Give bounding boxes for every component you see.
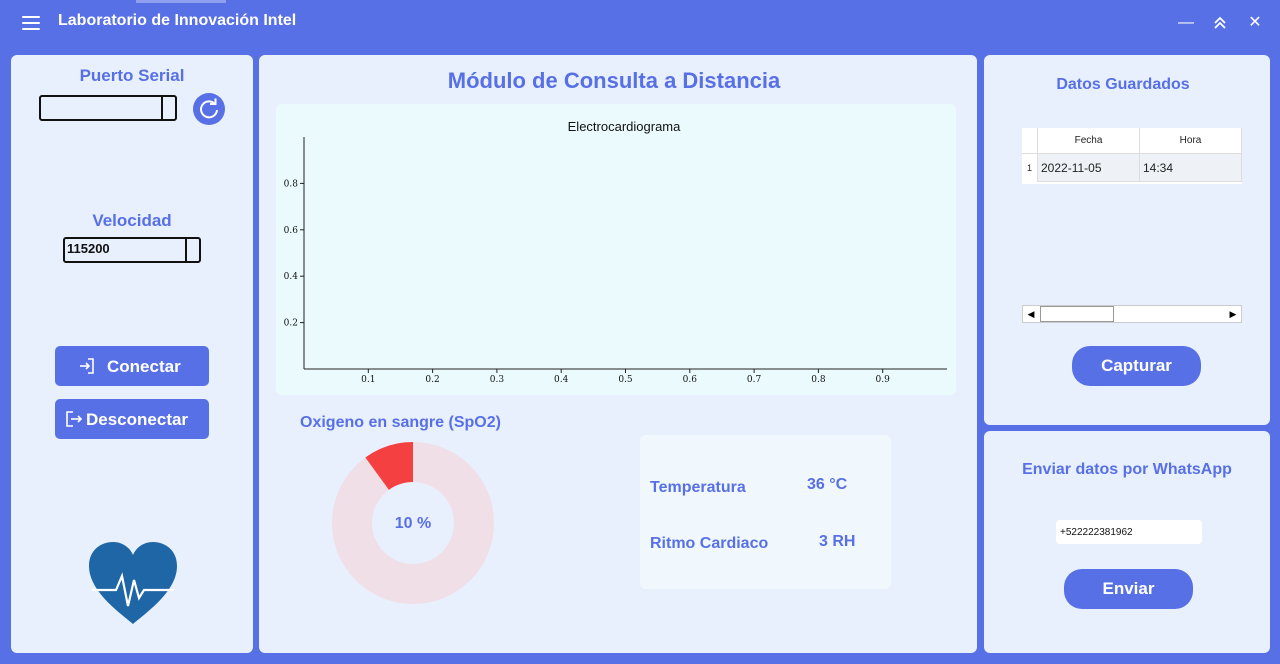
datos-table[interactable]: Fecha Hora 1 2022-11-05 14:34: [1022, 128, 1242, 184]
table-horizontal-scrollbar[interactable]: ◀ ▶: [1022, 305, 1242, 323]
close-icon[interactable]: ✕: [1244, 12, 1266, 34]
x-tick-label: 0.3: [490, 375, 505, 385]
title-bar: Laboratorio de Innovación Intel — ✕: [0, 0, 1280, 46]
temperatura-value: 36 °C: [807, 476, 848, 493]
scroll-right-icon[interactable]: ▶: [1225, 306, 1241, 322]
velocidad-select[interactable]: 115200: [63, 237, 201, 263]
x-tick-label: 0.8: [811, 375, 826, 385]
x-tick-label: 0.1: [361, 375, 375, 385]
y-tick-label: 0.4: [284, 272, 299, 282]
spo2-value: 10 %: [394, 515, 432, 532]
row-header[interactable]: 1: [1022, 154, 1038, 182]
x-tick-label: 0.5: [618, 375, 633, 385]
table-corner: [1022, 128, 1038, 154]
x-tick-label: 0.4: [554, 375, 569, 385]
capturar-button[interactable]: Capturar: [1072, 346, 1201, 386]
y-tick-label: 0.8: [284, 179, 299, 189]
table-cell-hora[interactable]: 14:34: [1140, 154, 1242, 182]
datos-guardados-title: Datos Guardados: [1056, 76, 1190, 93]
whatsapp-title: Enviar datos por WhatsApp: [1022, 461, 1232, 478]
vitals-card: [640, 435, 891, 589]
heart-logo-icon: [89, 542, 177, 624]
page-title: Módulo de Consulta a Distancia: [447, 68, 781, 93]
table-cell-fecha[interactable]: 2022-11-05: [1038, 154, 1140, 182]
temperatura-label: Temperatura: [650, 479, 746, 496]
puerto-serial-select[interactable]: [39, 95, 177, 121]
scroll-thumb[interactable]: [1040, 306, 1114, 322]
y-tick-label: 0.2: [284, 319, 298, 329]
chart-title: Electrocardiograma: [568, 119, 681, 134]
x-tick-label: 0.2: [425, 375, 439, 385]
desconectar-label: Desconectar: [86, 410, 189, 429]
hamburger-menu-icon[interactable]: [22, 16, 40, 30]
minimize-icon[interactable]: —: [1175, 12, 1197, 34]
refresh-icon: [200, 98, 218, 119]
ritmo-label: Ritmo Cardiaco: [650, 535, 769, 552]
maximize-icon[interactable]: [1209, 12, 1231, 34]
x-tick-label: 0.9: [876, 375, 891, 385]
enviar-button[interactable]: Enviar: [1064, 569, 1193, 609]
refresh-button[interactable]: [193, 93, 225, 125]
scroll-left-icon[interactable]: ◀: [1023, 306, 1039, 322]
conectar-button[interactable]: Conectar: [55, 346, 209, 386]
window-title: Laboratorio de Innovación Intel: [58, 12, 297, 29]
logout-icon: [66, 411, 83, 427]
desconectar-button[interactable]: Desconectar: [55, 399, 209, 439]
title-grip: [136, 0, 226, 3]
conectar-label: Conectar: [107, 357, 181, 376]
phone-input[interactable]: [1056, 520, 1202, 544]
y-tick-label: 0.6: [284, 226, 299, 236]
x-tick-label: 0.6: [683, 375, 698, 385]
ecg-chart: Electrocardiograma 0.1 0.2 0.3 0.4 0.5 0.6 0.7 0…: [276, 104, 956, 395]
login-icon: [80, 358, 94, 374]
ecg-chart-svg: Electrocardiograma 0.1 0.2 0.3 0.4 0.5 0.6 0.7 0…: [284, 119, 947, 385]
spo2-label: Oxigeno en sangre (SpO2): [300, 414, 501, 431]
puerto-serial-label: Puerto Serial: [79, 66, 185, 85]
x-tick-label: 0.7: [747, 375, 762, 385]
column-header-fecha[interactable]: Fecha: [1038, 128, 1140, 154]
ritmo-value: 3 RH: [819, 533, 856, 550]
column-header-hora[interactable]: Hora: [1140, 128, 1242, 154]
velocidad-label: Velocidad: [92, 211, 172, 230]
